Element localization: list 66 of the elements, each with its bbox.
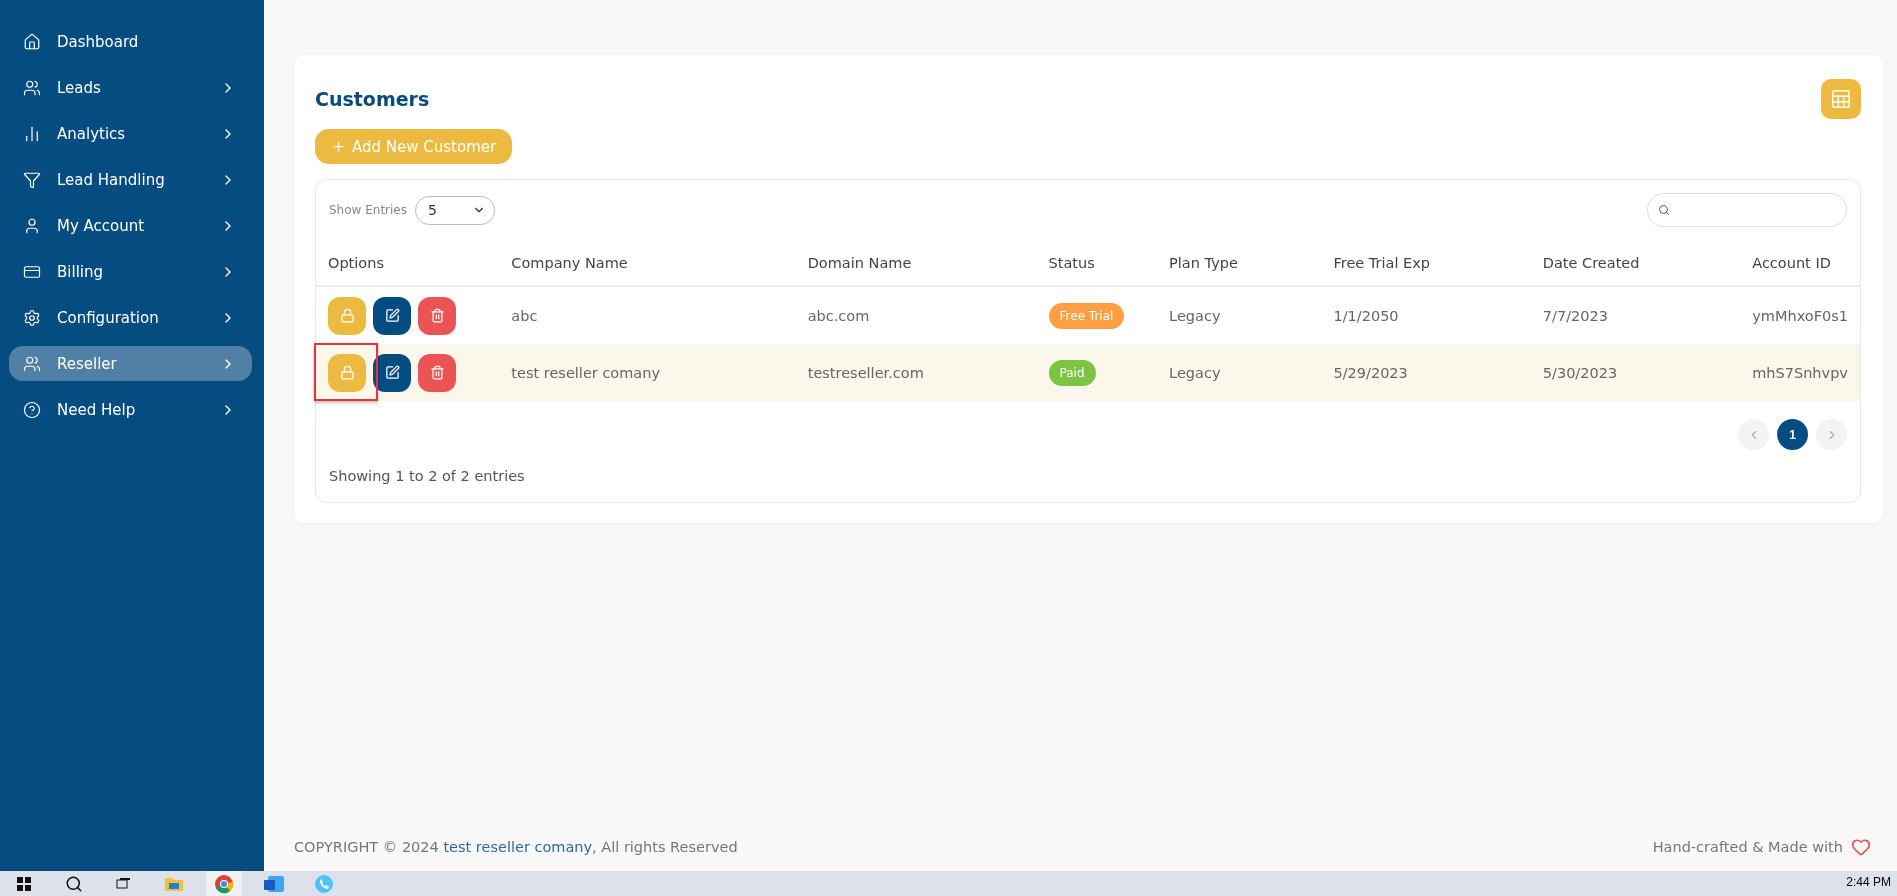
lock-button[interactable]: [328, 296, 366, 335]
column-header: Status: [1036, 245, 1158, 286]
excel-export-button[interactable]: [1821, 79, 1861, 119]
trash-icon: [429, 365, 445, 380]
copyright-text: COPYRIGHT © 2024 test reseller comany, All rights Reserved: [294, 839, 738, 855]
sidebar-item[interactable]: Leads: [9, 70, 252, 105]
page-button[interactable]: 1: [1777, 419, 1808, 450]
table-cell: abc.com: [795, 286, 1037, 344]
home-icon: [23, 32, 41, 51]
sidebar-item[interactable]: Lead Handling: [9, 162, 252, 197]
sidebar-item[interactable]: Billing: [9, 254, 252, 289]
entries-select[interactable]: 5: [415, 195, 495, 225]
table-cell: 7/7/2023: [1530, 286, 1741, 344]
table-cell: testreseller.com: [795, 344, 1037, 401]
taskbar-clock: 2:44 PM: [1846, 874, 1891, 889]
lock-icon: [339, 308, 355, 323]
filter-icon: [23, 170, 41, 189]
table-cell: abc: [499, 286, 796, 344]
sidebar-item[interactable]: Reseller: [9, 346, 252, 381]
table-cell: Legacy: [1157, 344, 1322, 401]
lock-icon: [339, 365, 355, 380]
table-row[interactable]: abc abc.com Free Trial Legacy 1/1/2050 7/7/2023 ymMhxoF0s1: [316, 286, 1860, 344]
sidebar-item[interactable]: Dashboard: [9, 24, 252, 59]
user-icon: [23, 216, 41, 235]
table-cell: ymMhxoF0s1: [1740, 286, 1860, 344]
table-cell: mhS7Snhvpv: [1740, 344, 1860, 401]
search-icon: [1658, 204, 1670, 216]
column-header: Account ID: [1740, 245, 1860, 286]
column-header: Date Created: [1530, 245, 1741, 286]
edit-icon: [384, 365, 400, 380]
trash-icon: [429, 308, 445, 323]
spreadsheet-icon: [1830, 88, 1852, 110]
column-header: Domain Name: [795, 245, 1037, 286]
bar-chart-icon: [23, 124, 41, 143]
status-badge: Free Trial: [1048, 302, 1125, 329]
edit-icon: [384, 308, 400, 323]
column-header: Free Trial Exp: [1321, 245, 1531, 286]
help-icon: [23, 400, 41, 419]
table-cell: 5/30/2023: [1530, 344, 1741, 401]
table-cell: 1/1/2050: [1321, 286, 1531, 344]
company-link[interactable]: test reseller comany: [443, 839, 593, 855]
sidebar-item[interactable]: Analytics: [9, 116, 252, 151]
column-header: Options: [316, 245, 500, 286]
heart-icon: [1851, 837, 1871, 857]
users-icon: [23, 354, 41, 373]
table-cell: Legacy: [1157, 286, 1322, 344]
browser-icon[interactable]: [206, 871, 242, 896]
made-with-text: Hand-crafted & Made with: [1652, 839, 1843, 855]
entries-summary: Showing 1 to 2 of 2 entries: [329, 468, 526, 484]
sidebar-item[interactable]: Need Help: [9, 392, 252, 427]
table-cell: test reseller comany: [499, 344, 796, 401]
table-cell: 5/29/2023: [1321, 344, 1531, 401]
column-header: Plan Type: [1157, 245, 1322, 286]
delete-button[interactable]: [418, 296, 456, 335]
delete-button[interactable]: [418, 353, 456, 392]
show-entries-label: Show Entries: [329, 203, 407, 217]
sidebar-item[interactable]: My Account: [9, 208, 252, 243]
edit-button[interactable]: [373, 353, 411, 392]
edit-button[interactable]: [373, 296, 411, 335]
sidebar-item[interactable]: Configuration: [9, 300, 252, 335]
page-title: Customers: [315, 88, 430, 110]
settings-icon: [23, 308, 41, 327]
column-header: Company Name: [499, 245, 796, 286]
status-badge: Paid: [1048, 359, 1096, 386]
plus-icon: [331, 139, 346, 154]
users-icon: [23, 78, 41, 97]
